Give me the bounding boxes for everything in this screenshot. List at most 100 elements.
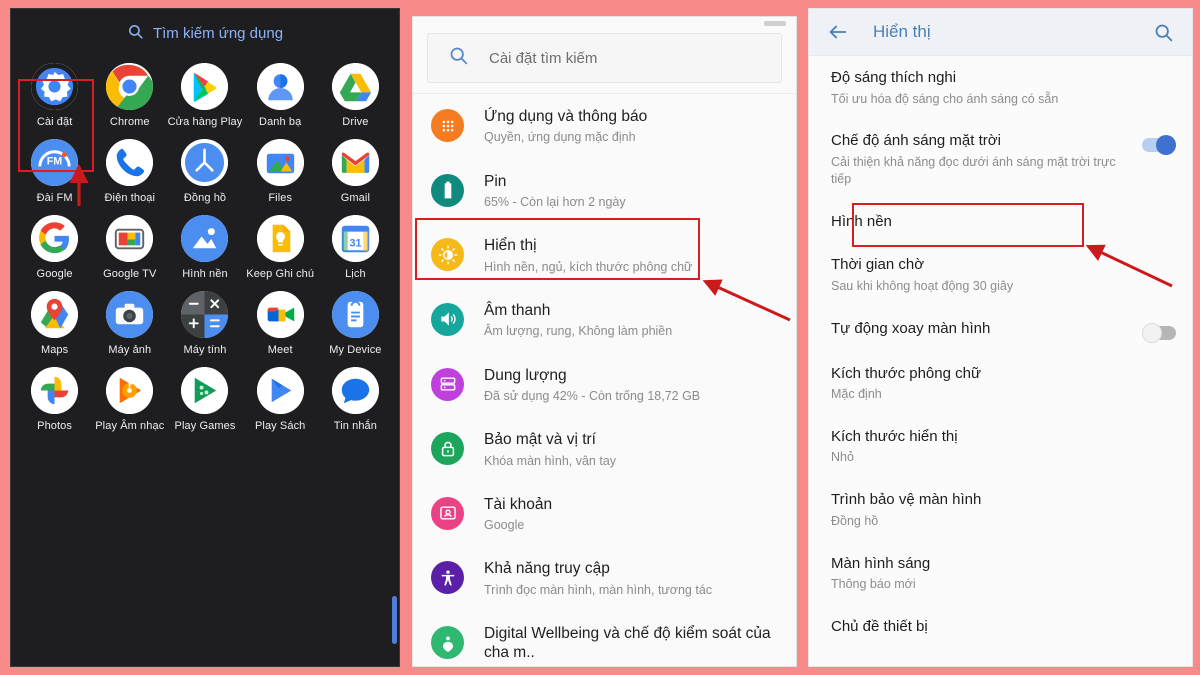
settings-row[interactable]: Âm thanh Âm lượng, rung, Không làm phiền: [413, 288, 796, 353]
display-row[interactable]: Thời gian chờ Sau khi không hoạt động 30 …: [809, 243, 1192, 306]
settings-row[interactable]: Digital Wellbeing và chế độ kiểm soát củ…: [413, 611, 796, 666]
settings-row-subtitle: Hình nền, ngủ, kích thước phông chữ: [484, 259, 693, 274]
app-label: Photos: [37, 420, 73, 432]
app-label: Máy ảnh: [108, 344, 152, 356]
display-row-subtitle: Nhỏ: [831, 450, 854, 465]
svg-text:FM: FM: [47, 155, 63, 167]
google-drive-icon: [331, 63, 379, 110]
settings-row-title: Bảo mật và vị trí: [484, 431, 596, 449]
settings-row[interactable]: Dung lượng Đã sử dụng 42% - Còn trống 18,…: [413, 353, 796, 418]
settings-row-subtitle: Trình đọc màn hình, màn hình, tương tác: [484, 582, 713, 597]
display-row-text: Chế độ ánh sáng mặt trời Cải thiện khả nă…: [831, 131, 1132, 187]
app-cell-đồng-hồ[interactable]: Đồng hồ: [167, 139, 242, 204]
display-row-subtitle: Cải thiện khả năng đọc dưới ánh sáng mặt…: [831, 154, 1116, 186]
app-cell-máy-tính[interactable]: Máy tính: [167, 291, 242, 356]
settings-row-subtitle: Quyền, ứng dụng mặc định: [484, 130, 636, 145]
app-cell-gmail[interactable]: Gmail: [318, 139, 393, 204]
app-label: Điện thoại: [104, 192, 156, 204]
settings-row[interactable]: Bảo mật và vị trí Khóa màn hình, vân tay: [413, 417, 796, 482]
app-cell-files[interactable]: Files: [243, 139, 318, 204]
drawer-search-bar[interactable]: Tìm kiếm ứng dụng: [11, 9, 399, 57]
app-cell-chrome[interactable]: Chrome: [92, 63, 167, 128]
search-icon[interactable]: [1153, 22, 1174, 43]
app-cell-cài-đặt[interactable]: Cài đặt: [17, 63, 92, 128]
app-cell-cửa-hàng-play[interactable]: Cửa hàng Play: [167, 63, 242, 128]
app-cell-drive[interactable]: Drive: [318, 63, 393, 128]
settings-gear-icon: [31, 63, 79, 110]
display-row-title: Kích thước hiển thị: [831, 427, 958, 445]
app-cell-maps[interactable]: Maps: [17, 291, 92, 356]
storage-icon: [431, 367, 464, 401]
settings-row[interactable]: Ứng dụng và thông báo Quyền, ứng dụng mặc…: [413, 94, 796, 159]
settings-row-title: Âm thanh: [484, 301, 551, 319]
settings-row[interactable]: Tài khoản Google: [413, 482, 796, 547]
display-row-title: Trình bảo vệ màn hình: [831, 491, 982, 509]
app-cell-google[interactable]: Google: [17, 215, 92, 280]
app-label: Đài FM: [36, 192, 73, 204]
display-row-subtitle: Đồng hồ: [831, 513, 879, 528]
phone-icon: [106, 139, 154, 186]
app-cell-máy-ảnh[interactable]: Máy ảnh: [92, 291, 167, 356]
settings-row[interactable]: Khả năng truy cập Trình đọc màn hình, màn…: [413, 546, 796, 611]
app-cell-google-tv[interactable]: Google TV: [92, 215, 167, 280]
accessibility-icon: [431, 561, 464, 595]
app-cell-meet[interactable]: Meet: [243, 291, 318, 356]
display-row-subtitle: Thông báo mới: [831, 577, 916, 592]
settings-row-text: Âm thanh Âm lượng, rung, Không làm phiền: [484, 301, 672, 340]
display-row[interactable]: Kích thước phông chữ Mặc định: [809, 352, 1192, 415]
google-photos-icon: [31, 367, 79, 414]
google-meet-icon: [256, 291, 304, 338]
display-row-title: Kích thước phông chữ: [831, 364, 981, 382]
app-cell-điện-thoại[interactable]: Điện thoại: [92, 139, 167, 204]
search-icon: [448, 45, 469, 71]
display-row-text: Tự động xoay màn hình: [831, 319, 1132, 339]
display-row[interactable]: Hình nền: [809, 200, 1192, 244]
display-row[interactable]: Độ sáng thích nghi Tối ưu hóa độ sáng cho…: [809, 56, 1192, 119]
app-cell-đài-fm[interactable]: FM Đài FM: [17, 139, 92, 204]
app-cell-play-âm-nhạc[interactable]: Play Âm nhạc: [92, 367, 167, 432]
display-row-text: Thời gian chờ Sau khi không hoạt động 30 …: [831, 255, 1176, 294]
display-row-text: Màn hình sáng Thông báo mới: [831, 554, 1176, 593]
clock-icon: [181, 139, 229, 186]
app-cell-my-device[interactable]: My Device: [318, 291, 393, 356]
google-maps-icon: [31, 291, 79, 338]
settings-row[interactable]: Hiển thị Hình nền, ngủ, kích thước phông …: [413, 223, 796, 288]
play-games-icon: [181, 367, 229, 414]
drawer-scrollbar[interactable]: [392, 596, 397, 644]
display-row[interactable]: Chế độ ánh sáng mặt trời Cải thiện khả nă…: [809, 119, 1192, 199]
app-cell-danh-bạ[interactable]: Danh bạ: [243, 63, 318, 128]
wellbeing-icon: [431, 626, 464, 659]
settings-row[interactable]: Pin 65% - Còn lại hơn 2 ngày: [413, 159, 796, 224]
app-cell-tin-nhắn[interactable]: Tin nhắn: [318, 367, 393, 432]
app-cell-hình-nền[interactable]: Hình nền: [167, 215, 242, 280]
toggle-knob: [1142, 322, 1162, 343]
settings-search-input[interactable]: Cài đặt tìm kiếm: [427, 33, 782, 83]
display-row[interactable]: Kích thước hiển thị Nhỏ: [809, 415, 1192, 478]
app-cell-lịch[interactable]: 31 Lịch: [318, 215, 393, 280]
back-arrow-icon[interactable]: [827, 21, 849, 43]
display-row[interactable]: Tự động xoay màn hình: [809, 307, 1192, 352]
app-cell-play-games[interactable]: Play Games: [167, 367, 242, 432]
toggle-switch[interactable]: [1142, 135, 1176, 156]
fm-radio-icon: FM: [31, 139, 79, 186]
files-icon: [256, 139, 304, 186]
google-tv-icon: [106, 215, 154, 262]
display-row[interactable]: Màn hình sáng Thông báo mới: [809, 542, 1192, 605]
app-label: Files: [268, 192, 293, 204]
app-cell-photos[interactable]: Photos: [17, 367, 92, 432]
app-cell-keep-ghi-chú[interactable]: Keep Ghi chú: [243, 215, 318, 280]
app-label: Gmail: [340, 192, 370, 204]
lock-icon: [431, 432, 464, 466]
app-label: Chrome: [109, 116, 150, 128]
settings-row-text: Ứng dụng và thông báo Quyền, ứng dụng mặc…: [484, 107, 647, 146]
contacts-icon: [256, 63, 304, 110]
app-label: Danh bạ: [259, 116, 302, 128]
display-row[interactable]: Chủ đề thiết bị: [809, 605, 1192, 649]
settings-row-subtitle: Khóa màn hình, vân tay: [484, 453, 617, 468]
app-cell-play-sách[interactable]: Play Sách: [243, 367, 318, 432]
toggle-switch[interactable]: [1142, 322, 1176, 343]
display-row-text: Chủ đề thiết bị: [831, 617, 1176, 637]
google-g-icon: [31, 215, 79, 262]
display-row[interactable]: Trình bảo vệ màn hình Đồng hồ: [809, 478, 1192, 541]
camera-icon: [106, 291, 154, 338]
